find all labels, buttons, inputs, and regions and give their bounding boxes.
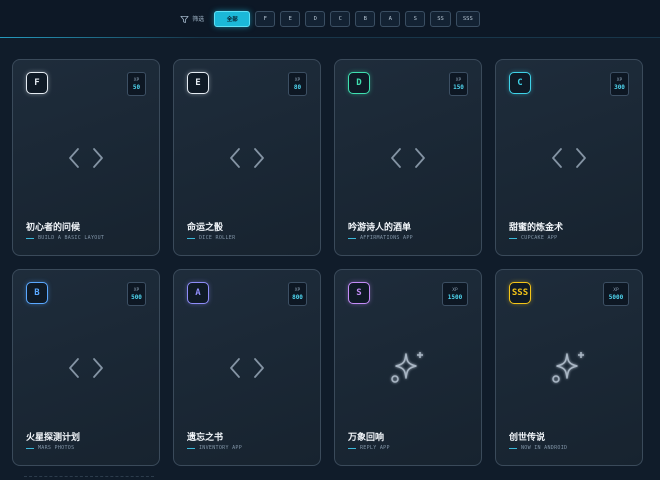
code-icon <box>68 356 104 384</box>
xp-value: 500 <box>131 293 142 301</box>
xp-label: XP <box>613 287 619 293</box>
rank-badge: A <box>187 282 209 304</box>
filter-chip-ss[interactable]: SS <box>430 10 451 27</box>
xp-value: 1500 <box>447 293 463 301</box>
xp-value: 800 <box>292 293 303 301</box>
quest-card-c[interactable]: C XP 300 甜蜜的炼金术 CUPCAKE APP <box>495 59 643 256</box>
quest-card-a[interactable]: A XP 800 遗忘之书 INVENTORY APP <box>173 269 321 466</box>
filter-label-text: 筛选 <box>192 16 205 23</box>
xp-label: XP <box>294 287 301 293</box>
filter-chip-c[interactable]: C <box>330 10 351 27</box>
footer-divider <box>24 476 154 478</box>
filter-chip-d[interactable]: D <box>305 10 326 27</box>
filter-label: 筛选 <box>180 9 204 28</box>
xp-badge: XP 80 <box>288 72 307 96</box>
subtitle-dash <box>187 237 195 239</box>
filter-chip-s[interactable]: S <box>405 10 426 27</box>
subtitle-text: CUPCAKE APP <box>521 235 558 241</box>
quest-card-e[interactable]: E XP 80 命运之骰 DICE ROLLER <box>173 59 321 256</box>
card-title: 火星探测计划 <box>26 433 81 443</box>
quest-card-f[interactable]: F XP 50 初心者的问候 BUILD A BASIC LAYOUT <box>12 59 160 256</box>
xp-label: XP <box>133 77 140 83</box>
filter-chip-b[interactable]: B <box>355 10 376 27</box>
xp-badge: XP 5000 <box>603 282 629 306</box>
filter-icon <box>180 9 189 28</box>
subtitle-dash <box>348 237 356 239</box>
filter-chips: 全部 F E D C B A S SS SSS <box>214 10 480 27</box>
rank-badge: B <box>26 282 48 304</box>
xp-badge: XP 1500 <box>442 282 468 306</box>
xp-label: XP <box>133 287 140 293</box>
card-title: 遗忘之书 <box>187 433 224 443</box>
card-title: 甜蜜的炼金术 <box>509 223 564 233</box>
subtitle-text: AFFIRMATIONS APP <box>360 235 413 241</box>
subtitle-dash <box>509 237 517 239</box>
card-title: 创世传说 <box>509 433 546 443</box>
rank-badge: C <box>509 72 531 94</box>
code-icon <box>229 146 265 174</box>
subtitle-text: INVENTORY APP <box>199 445 243 451</box>
subtitle-text: BUILD A BASIC LAYOUT <box>38 235 105 241</box>
quest-card-b[interactable]: B XP 500 火星探测计划 MARS PHOTOS <box>12 269 160 466</box>
sparkle-icon <box>549 348 589 392</box>
card-title: 命运之骰 <box>187 223 224 233</box>
code-icon <box>551 146 587 174</box>
code-icon <box>229 356 265 384</box>
card-subtitle: CUPCAKE APP <box>509 235 557 241</box>
subtitle-dash <box>509 447 517 449</box>
code-icon <box>68 146 104 174</box>
card-subtitle: DICE ROLLER <box>187 235 235 241</box>
card-title: 吟游诗人的酒单 <box>348 223 412 233</box>
quest-card-s[interactable]: S XP 1500 万象回响 REPLY APP <box>334 269 482 466</box>
quest-card-sss[interactable]: SSS XP 5000 创世传说 NOW IN ANDROID <box>495 269 643 466</box>
xp-label: XP <box>455 77 462 83</box>
card-subtitle: BUILD A BASIC LAYOUT <box>26 235 104 241</box>
filter-chip-f[interactable]: F <box>255 10 276 27</box>
filter-group: 筛选 全部 F E D C B A S SS SSS <box>180 9 480 28</box>
xp-label: XP <box>294 77 301 83</box>
card-title: 初心者的问候 <box>26 223 81 233</box>
xp-value: 80 <box>293 83 302 91</box>
subtitle-dash <box>187 447 195 449</box>
subtitle-text: NOW IN ANDROID <box>521 445 568 451</box>
xp-badge: XP 300 <box>610 72 629 96</box>
subtitle-dash <box>348 447 356 449</box>
subtitle-text: REPLY APP <box>360 445 390 451</box>
subtitle-text: MARS PHOTOS <box>38 445 75 451</box>
card-subtitle: MARS PHOTOS <box>26 445 74 451</box>
xp-badge: XP 50 <box>127 72 146 96</box>
rank-badge: E <box>187 72 209 94</box>
xp-badge: XP 800 <box>288 282 307 306</box>
filter-chip-a[interactable]: A <box>380 10 401 27</box>
xp-value: 300 <box>614 83 625 91</box>
card-subtitle: NOW IN ANDROID <box>509 445 567 451</box>
xp-value: 50 <box>132 83 141 91</box>
rank-badge: D <box>348 72 370 94</box>
filter-chip-all[interactable]: 全部 <box>214 10 251 27</box>
card-subtitle: INVENTORY APP <box>187 445 242 451</box>
filter-chip-e[interactable]: E <box>280 10 301 27</box>
xp-label: XP <box>452 287 458 293</box>
filter-chip-sss[interactable]: SSS <box>455 10 480 27</box>
subtitle-dash <box>26 237 34 239</box>
card-title: 万象回响 <box>348 433 385 443</box>
xp-badge: XP 150 <box>449 72 468 96</box>
quest-card-grid: F XP 50 初心者的问候 BUILD A BASIC LAYOUT E XP 80 命运之骰… <box>12 59 643 466</box>
code-icon <box>390 146 426 174</box>
card-subtitle: AFFIRMATIONS APP <box>348 235 413 241</box>
xp-value: 150 <box>453 83 464 91</box>
rank-badge: F <box>26 72 48 94</box>
xp-badge: XP 500 <box>127 282 146 306</box>
quest-card-d[interactable]: D XP 150 吟游诗人的酒单 AFFIRMATIONS APP <box>334 59 482 256</box>
rank-badge: SSS <box>509 282 531 304</box>
subtitle-dash <box>26 447 34 449</box>
sparkle-icon <box>388 348 428 392</box>
xp-value: 5000 <box>608 293 624 301</box>
rank-badge: S <box>348 282 370 304</box>
subtitle-text: DICE ROLLER <box>199 235 236 241</box>
xp-label: XP <box>616 77 623 83</box>
filter-bar: 筛选 全部 F E D C B A S SS SSS <box>0 0 660 38</box>
card-subtitle: REPLY APP <box>348 445 390 451</box>
